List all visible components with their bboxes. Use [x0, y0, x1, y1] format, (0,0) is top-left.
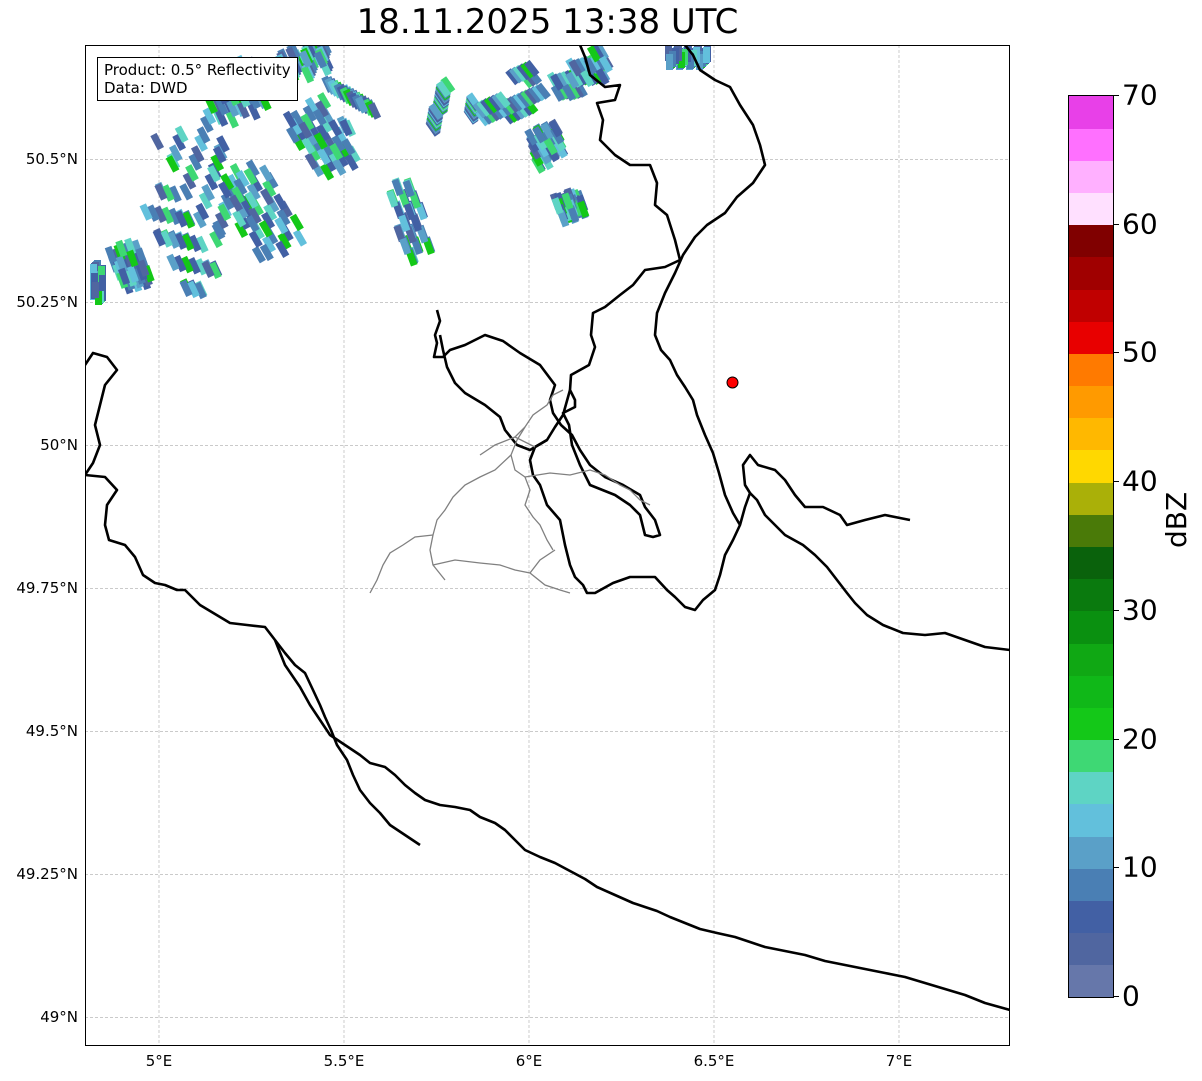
- map-title: 18.11.2025 13:38 UTC: [356, 2, 739, 42]
- lon-tick-label: 6.5°E: [693, 1052, 735, 1070]
- lat-tick-label: 49.75°N: [16, 579, 78, 598]
- echo-pixel: [99, 275, 106, 291]
- border-lux-outer: [528, 389, 911, 612]
- colorbar-tick-label: 50: [1122, 335, 1158, 369]
- lon-tick-label: 5.5°E: [323, 1052, 365, 1070]
- radar-site-marker: [726, 376, 739, 389]
- colorbar-tick-label: 70: [1122, 78, 1158, 112]
- echo-pixel: [92, 282, 99, 298]
- echo-cell: [546, 45, 614, 102]
- product-info-box: Product: 0.5° Reflectivity Data: DWD: [97, 57, 298, 101]
- colorbar-segment: [1069, 289, 1113, 322]
- colorbar-tick-label: 40: [1122, 464, 1158, 498]
- colorbar-segment: [1069, 128, 1113, 161]
- colorbar-tick: [1113, 609, 1119, 611]
- colorbar-tick: [1113, 95, 1119, 96]
- lat-tick-label: 50°N: [40, 436, 78, 455]
- colorbar-segment: [1069, 739, 1113, 773]
- lat-tick-label: 49.5°N: [25, 722, 78, 741]
- echo-cell: [90, 260, 106, 305]
- colorbar-segment: [1069, 964, 1113, 997]
- colorbar-segment: [1069, 546, 1113, 580]
- colorbar-segment: [1069, 610, 1113, 644]
- colorbar-segment: [1069, 675, 1113, 708]
- echo-cell: [524, 118, 569, 174]
- colorbar-segment: [1069, 578, 1113, 612]
- lat-tick-label: 50.25°N: [16, 293, 78, 312]
- colorbar-segment: [1069, 836, 1113, 869]
- colorbar-segment: [1069, 482, 1113, 515]
- lat-tick-label: 49°N: [40, 1008, 78, 1027]
- colorbar-tick: [1113, 352, 1119, 354]
- colorbar-segment: [1069, 900, 1113, 934]
- colorbar-tick: [1113, 738, 1119, 740]
- lat-tick-label: 49.25°N: [16, 865, 78, 884]
- data-source-label: Data: DWD: [104, 79, 188, 97]
- echo-pixel: [150, 132, 165, 151]
- border-lux-west: [438, 334, 548, 452]
- colorbar-tick: [1113, 996, 1119, 997]
- colorbar-tick-label: 30: [1122, 593, 1158, 627]
- dbz-colorbar: [1068, 95, 1114, 998]
- colorbar-segment: [1069, 96, 1113, 129]
- echo-cell: [549, 187, 590, 228]
- lon-tick-label: 7°E: [885, 1052, 913, 1070]
- colorbar-segment: [1069, 707, 1113, 741]
- border-be-north: [85, 351, 119, 476]
- border-de-east: [653, 45, 767, 526]
- border-lux-fr: [273, 639, 1010, 1012]
- colorbar-segment: [1069, 514, 1113, 547]
- colorbar-segment: [1069, 192, 1113, 226]
- echo-pixel: [666, 54, 673, 70]
- map-canvas: [85, 45, 1010, 1046]
- colorbar-segment: [1069, 868, 1113, 901]
- radar-map[interactable]: [85, 45, 1010, 1046]
- colorbar-segment: [1069, 224, 1113, 258]
- colorbar-tick: [1113, 223, 1119, 225]
- colorbar-tick-label: 60: [1122, 207, 1158, 241]
- echo-cell: [104, 237, 155, 295]
- colorbar-segment: [1069, 932, 1113, 966]
- echo-pixel: [289, 213, 304, 232]
- lon-tick-label: 6°E: [515, 1052, 543, 1070]
- colorbar-segment: [1069, 321, 1113, 354]
- colorbar-tick: [1113, 867, 1119, 869]
- colorbar-segment: [1069, 771, 1113, 805]
- colorbar-tick-label: 0: [1122, 979, 1140, 1013]
- echo-cell: [386, 177, 436, 267]
- colorbar-tick-label: 10: [1122, 850, 1158, 884]
- colorbar-tick-label: 20: [1122, 722, 1158, 756]
- colorbar-segment: [1069, 353, 1113, 387]
- colorbar-tick: [1113, 481, 1119, 483]
- colorbar-segment: [1069, 449, 1113, 483]
- border-be-fr: [85, 473, 421, 847]
- colorbar-segment: [1069, 643, 1113, 676]
- echo-pixel: [292, 229, 308, 247]
- product-label: Product: 0.5° Reflectivity: [104, 61, 291, 79]
- colorbar-label: dBZ: [1160, 491, 1193, 548]
- echo-pixel: [703, 47, 710, 63]
- colorbar-segment: [1069, 417, 1113, 451]
- colorbar-segment: [1069, 256, 1113, 290]
- colorbar-segment: [1069, 385, 1113, 419]
- lat-tick-label: 50.5°N: [25, 150, 78, 169]
- colorbar-segment: [1069, 803, 1113, 837]
- lon-tick-label: 5°E: [145, 1052, 173, 1070]
- colorbar-segment: [1069, 160, 1113, 194]
